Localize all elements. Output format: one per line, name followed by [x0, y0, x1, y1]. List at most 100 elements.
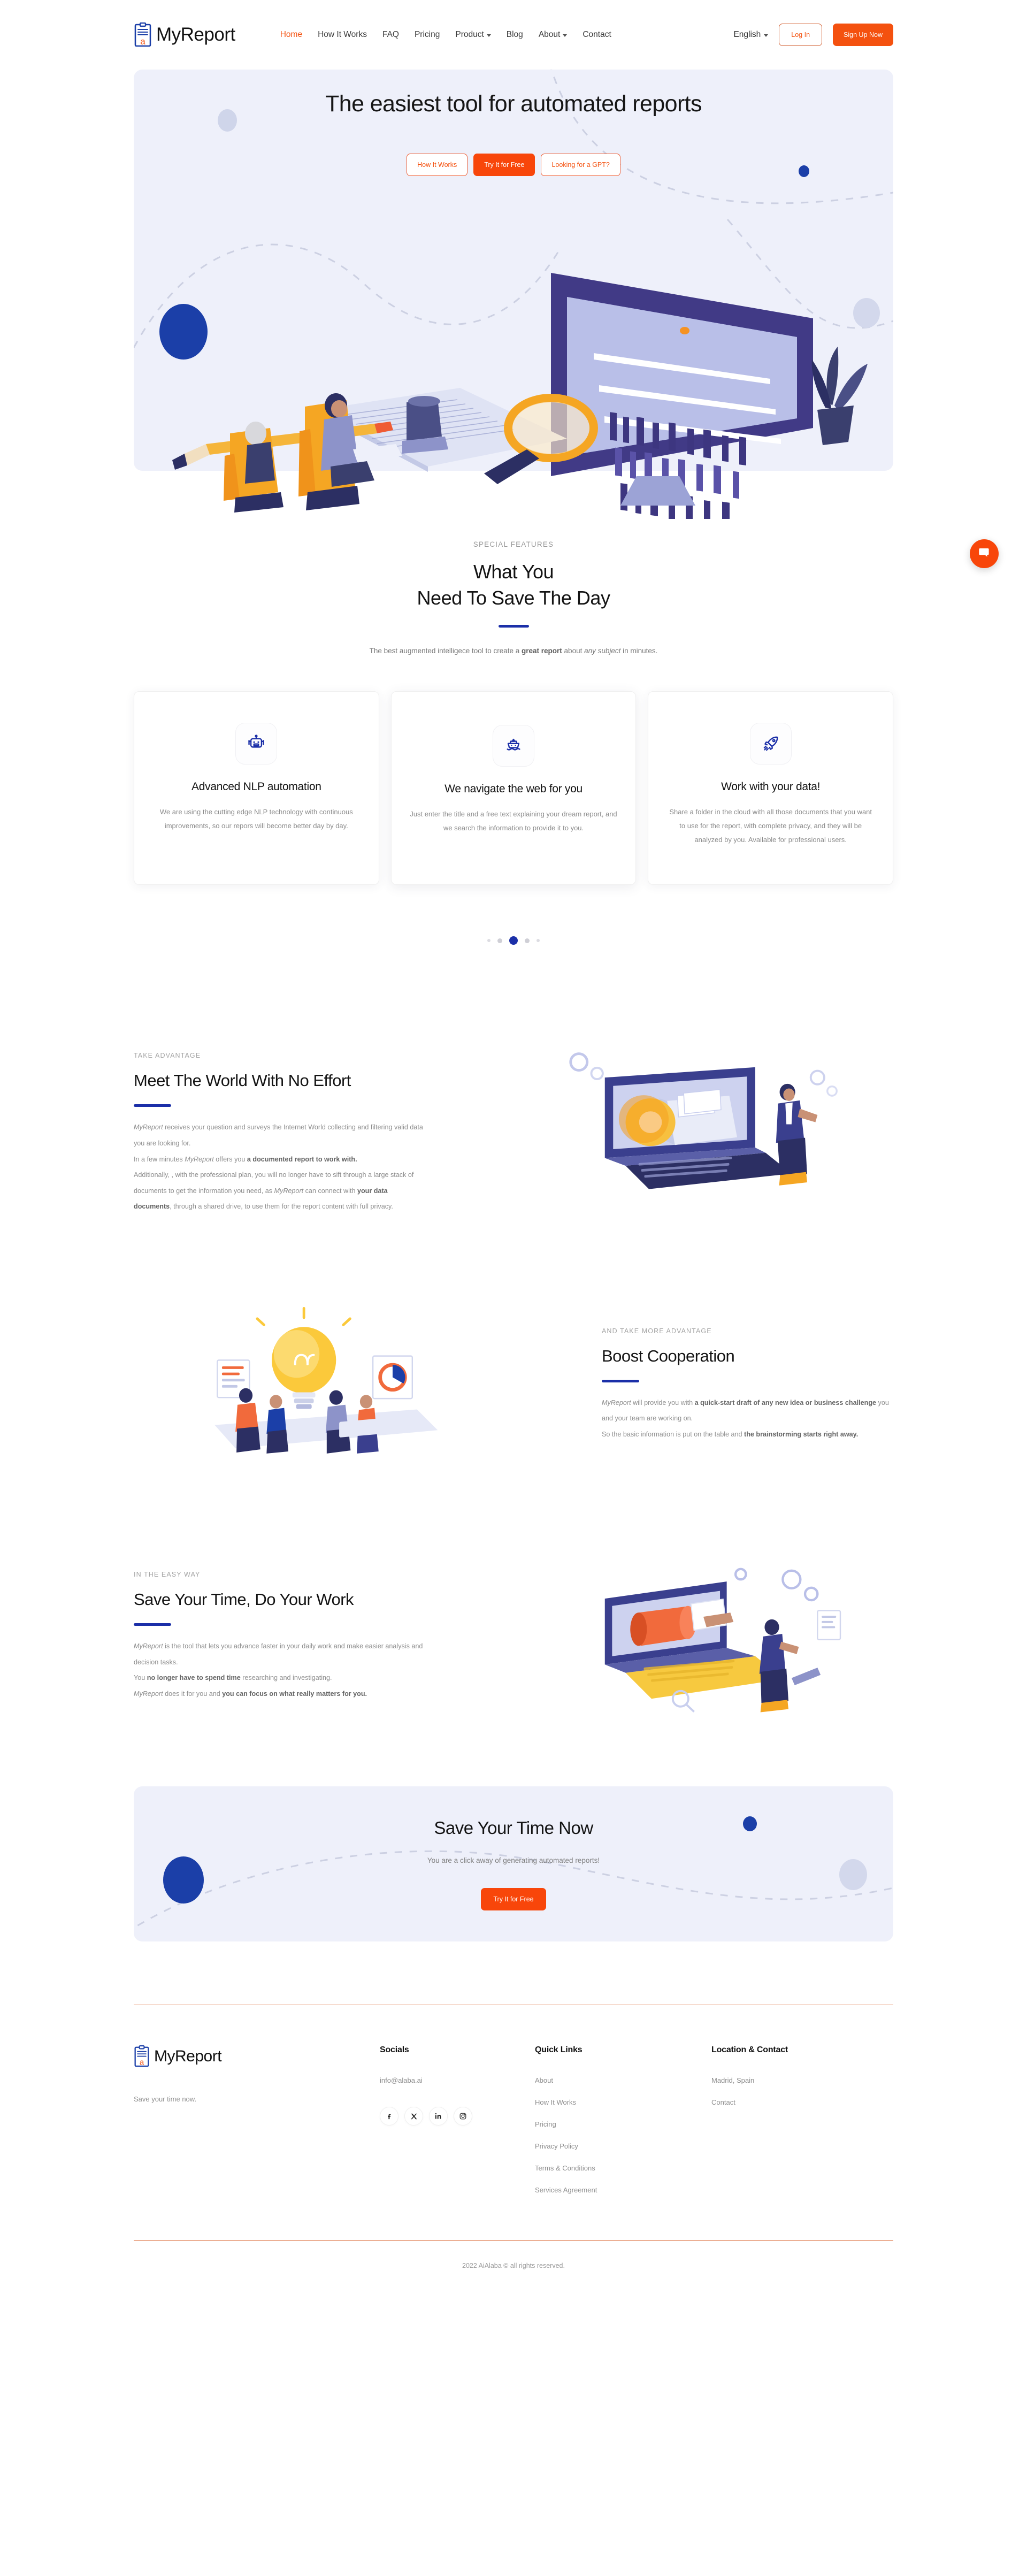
- clipboard-report-icon: a: [134, 2045, 150, 2067]
- chevron-down-icon: [486, 34, 491, 37]
- section-art-column: [514, 1549, 893, 1723]
- instagram-icon[interactable]: [454, 2107, 472, 2126]
- ship-icon: [493, 725, 534, 767]
- section-body: MyReport receives your question and surv…: [134, 1123, 423, 1211]
- chat-widget-button[interactable]: [970, 539, 999, 568]
- nav-item-blog[interactable]: Blog: [507, 30, 523, 40]
- title-underline: [134, 1104, 171, 1107]
- facebook-icon[interactable]: [380, 2107, 398, 2126]
- cta-try-free-button[interactable]: Try It for Free: [481, 1887, 546, 1910]
- cta-banner: Save Your Time Now You are a click away …: [134, 1786, 893, 1942]
- section-art-column: [134, 1298, 514, 1472]
- nav-item-product[interactable]: Product: [455, 30, 491, 40]
- svg-text:a: a: [140, 36, 145, 47]
- section-text-column: AND TAKE MORE ADVANTAGE Boost Cooperatio…: [514, 1327, 893, 1443]
- feature-card-data[interactable]: Work with your data! Share a folder in t…: [648, 691, 894, 885]
- feature-card-title: We navigate the web for you: [444, 783, 583, 796]
- carousel-dot-3-active[interactable]: [509, 936, 518, 945]
- feature-card-body: Just enter the title and a free text exp…: [410, 810, 617, 832]
- section-take-advantage: TAKE ADVANTAGE Meet The World With No Ef…: [0, 1046, 1027, 1220]
- footer-link-terms-conditions[interactable]: Terms & Conditions: [535, 2164, 711, 2172]
- document-search-illustration: [569, 1052, 838, 1189]
- chevron-down-icon: [563, 34, 568, 37]
- title-underline: [498, 625, 529, 628]
- login-button[interactable]: Log In: [779, 24, 823, 46]
- main-nav: Home How It Works FAQ Pricing Product Bl…: [280, 30, 611, 40]
- footer-email[interactable]: info@alaba.ai: [380, 2076, 535, 2084]
- cta-banner-wrap: Save Your Time Now You are a click away …: [0, 1786, 1027, 1942]
- language-selector[interactable]: English: [733, 30, 769, 40]
- footer-socials-column: Socials info@alaba.ai: [380, 2045, 535, 2208]
- title-underline: [602, 1379, 639, 1382]
- hero-title: The easiest tool for automated reports: [325, 91, 702, 117]
- footer-link-privacy-policy[interactable]: Privacy Policy: [535, 2142, 711, 2150]
- section-title: Boost Cooperation: [602, 1346, 735, 1365]
- linkedin-icon[interactable]: [429, 2107, 448, 2126]
- robot-icon: [235, 723, 278, 765]
- carousel-dot-4[interactable]: [525, 938, 530, 943]
- hero-section: The easiest tool for automated reports H…: [134, 70, 893, 519]
- nav-item-home[interactable]: Home: [280, 30, 302, 40]
- footer-link-services-agreement[interactable]: Services Agreement: [535, 2186, 711, 2194]
- section-eyebrow: IN THE EASY WAY: [134, 1571, 201, 1578]
- footer-tagline: Save your time now.: [134, 2095, 197, 2104]
- header-actions: English Log In Sign Up Now: [733, 24, 893, 46]
- hero-how-it-works-button[interactable]: How It Works: [407, 154, 468, 176]
- feature-card-body: Share a folder in the cloud with all tho…: [669, 808, 872, 844]
- footer-link-contact[interactable]: Contact: [711, 2098, 888, 2106]
- hero-try-free-button[interactable]: Try It for Free: [473, 154, 535, 176]
- nav-item-faq[interactable]: FAQ: [382, 30, 399, 40]
- nav-item-about[interactable]: About: [539, 30, 568, 40]
- footer-brand-name: MyReport: [154, 2047, 222, 2065]
- chevron-down-icon: [764, 34, 769, 37]
- footer-location-city: Madrid, Spain: [711, 2076, 755, 2085]
- site-footer: a MyReport Save your time now. Socials i…: [0, 2005, 1027, 2295]
- feature-card-body: We are using the cutting edge NLP techno…: [159, 808, 353, 830]
- social-links: [380, 2107, 535, 2126]
- footer-socials-heading: Socials: [380, 2045, 409, 2055]
- feature-card-title: Work with your data!: [721, 781, 821, 793]
- footer-location-heading: Location & Contact: [711, 2045, 788, 2055]
- section-title: Meet The World With No Effort: [134, 1071, 351, 1090]
- title-underline: [134, 1623, 171, 1626]
- carousel-dot-1[interactable]: [487, 939, 490, 943]
- section-text-column: TAKE ADVANTAGE Meet The World With No Ef…: [134, 1052, 514, 1215]
- section-body: MyReport is the tool that lets you advan…: [134, 1642, 423, 1698]
- footer-brand-logo-link[interactable]: a MyReport: [134, 2045, 380, 2067]
- chat-bubble-icon: [978, 546, 991, 562]
- section-text-column: IN THE EASY WAY Save Your Time, Do Your …: [134, 1571, 514, 1702]
- feature-card-web[interactable]: We navigate the web for you Just enter t…: [390, 691, 637, 885]
- footer-link-about[interactable]: About: [535, 2076, 711, 2084]
- brand-name: MyReport: [156, 24, 235, 45]
- features-subtitle: The best augmented intelligece tool to c…: [369, 647, 658, 655]
- footer-link-how-it-works[interactable]: How It Works: [535, 2098, 711, 2106]
- carousel-dot-2[interactable]: [497, 938, 502, 943]
- nav-item-pricing[interactable]: Pricing: [415, 30, 440, 40]
- nav-item-contact[interactable]: Contact: [583, 30, 611, 40]
- section-art-column: [514, 1046, 893, 1220]
- hero-content: The easiest tool for automated reports H…: [134, 70, 893, 176]
- footer-link-pricing[interactable]: Pricing: [535, 2120, 711, 2128]
- footer-quick-links-heading: Quick Links: [535, 2045, 583, 2055]
- footer-quick-links-list: About How It Works Pricing Privacy Polic…: [535, 2076, 711, 2194]
- signup-button[interactable]: Sign Up Now: [833, 24, 893, 46]
- feature-cards: Advanced NLP automation We are using the…: [0, 691, 1027, 885]
- x-twitter-icon[interactable]: [404, 2107, 423, 2126]
- carousel-dot-5[interactable]: [537, 939, 540, 943]
- brand-logo-link[interactable]: a MyReport: [134, 22, 235, 47]
- workflow-laptop-illustration: [604, 1568, 841, 1713]
- features-title-line2: Need To Save The Day: [417, 586, 610, 609]
- features-eyebrow: SPECIAL FEATURES: [473, 540, 554, 548]
- team-ideas-illustration: [214, 1307, 438, 1454]
- section-body: MyReport will provide you with a quick-s…: [602, 1398, 889, 1438]
- hero-gpt-button[interactable]: Looking for a GPT?: [541, 154, 620, 176]
- section-eyebrow: AND TAKE MORE ADVANTAGE: [602, 1327, 712, 1335]
- footer-brand-column: a MyReport Save your time now.: [134, 2045, 380, 2208]
- svg-text:a: a: [140, 2058, 144, 2067]
- language-label: English: [733, 30, 761, 39]
- nav-item-how-it-works[interactable]: How It Works: [318, 30, 367, 40]
- section-eyebrow: TAKE ADVANTAGE: [134, 1052, 201, 1060]
- section-title: Save Your Time, Do Your Work: [134, 1590, 354, 1609]
- features-section: SPECIAL FEATURES What You Need To Save T…: [0, 471, 1027, 945]
- feature-card-nlp[interactable]: Advanced NLP automation We are using the…: [134, 691, 379, 885]
